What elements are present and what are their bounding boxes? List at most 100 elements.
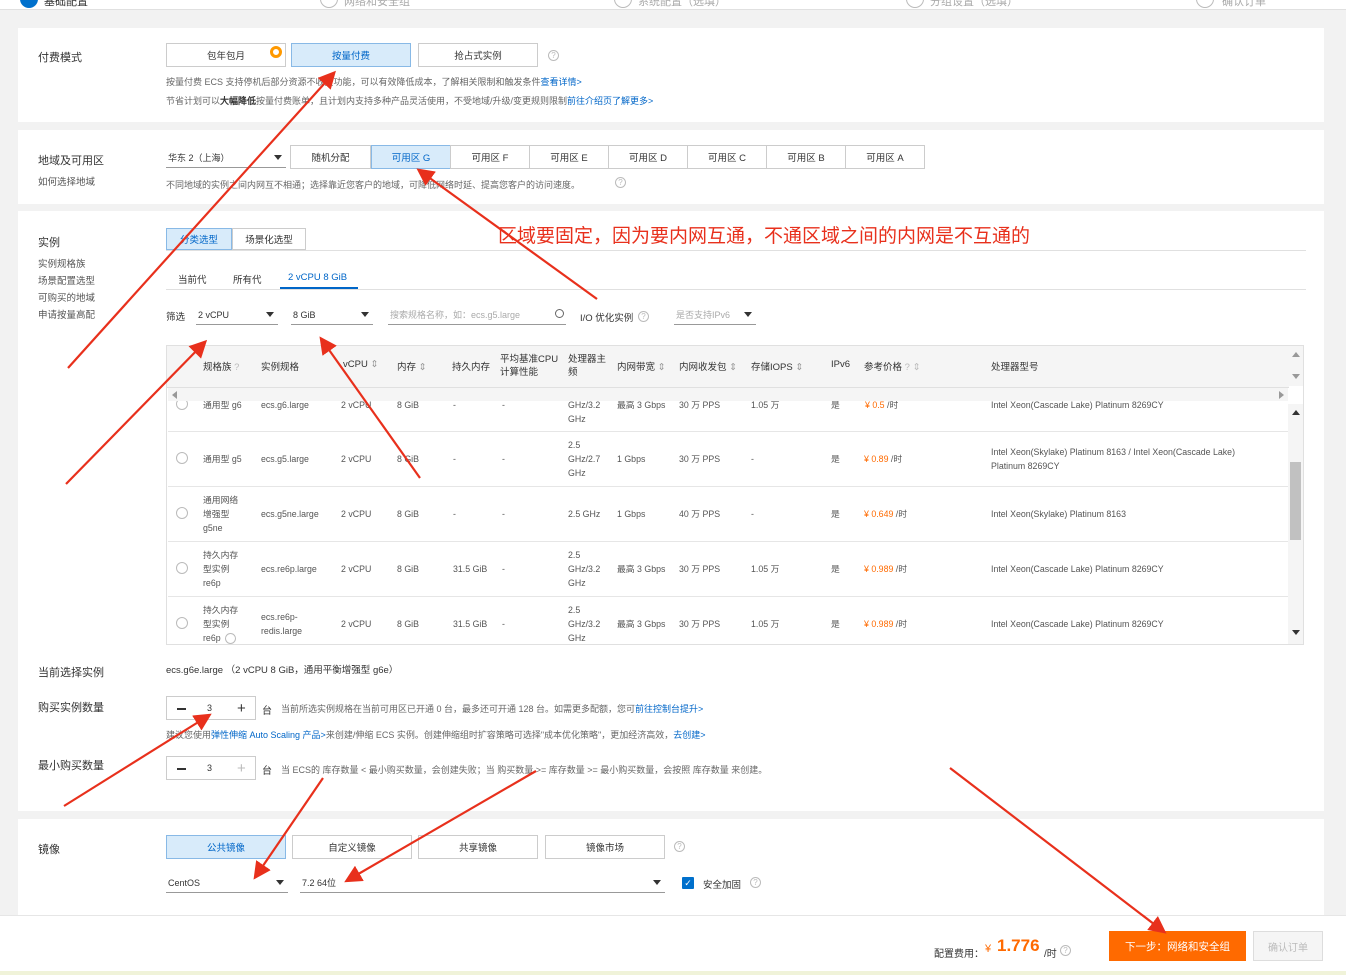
security-hardening-checkbox[interactable]: ✓ xyxy=(682,877,694,889)
billing-details-link[interactable]: 查看详情> xyxy=(541,77,582,87)
zone-e[interactable]: 可用区 E xyxy=(529,145,609,169)
min-quantity-stepper[interactable]: 3 + xyxy=(166,756,256,780)
vertical-scrollbar[interactable] xyxy=(1288,404,1303,644)
tab-image-market[interactable]: 镜像市场 xyxy=(545,835,665,859)
instance-link-scenario[interactable]: 场景配置选型 xyxy=(38,273,95,287)
zone-b[interactable]: 可用区 B xyxy=(766,145,846,169)
tab-shared-image[interactable]: 共享镜像 xyxy=(418,835,538,859)
table-row[interactable] xyxy=(168,431,1288,486)
col-bandwidth[interactable]: 内网带宽 ⇕ xyxy=(617,359,666,373)
instance-link-family[interactable]: 实例规格族 xyxy=(38,256,86,270)
create-scaling-link[interactable]: 去创建> xyxy=(673,730,705,740)
col-memory[interactable]: 内存 ⇕ xyxy=(397,359,427,373)
zone-a[interactable]: 可用区 A xyxy=(845,145,925,169)
quota-console-link[interactable]: 前往控制台提升> xyxy=(635,704,703,714)
cell-pps: 30 万 PPS xyxy=(679,563,721,574)
plus-icon[interactable]: + xyxy=(237,701,246,716)
row-radio[interactable] xyxy=(176,451,188,464)
help-icon[interactable]: ? xyxy=(750,877,761,888)
os-select[interactable]: CentOS xyxy=(166,873,288,893)
memory-filter-select[interactable]: 8 GiB xyxy=(291,305,373,325)
savings-plan-link[interactable]: 前往介绍页了解更多> xyxy=(567,96,653,106)
scroll-thumb[interactable] xyxy=(1290,462,1301,540)
billing-subscription-button[interactable]: 包年包月 xyxy=(166,43,286,67)
autoscaling-link[interactable]: 弹性伸缩 Auto Scaling 产品> xyxy=(211,730,326,740)
billing-spot-button[interactable]: 抢占式实例 xyxy=(418,43,538,67)
zone-c[interactable]: 可用区 C xyxy=(687,145,767,169)
col-pps[interactable]: 内网收发包 ⇕ xyxy=(679,359,737,373)
col-price[interactable]: 参考价格 ? ⇕ xyxy=(864,359,921,373)
step-label-2[interactable]: 网络和安全组 xyxy=(344,0,410,9)
table-row-partial[interactable]: 通用型 g6 ecs.g6.large 2 vCPU 8 GiB - - GHz… xyxy=(168,401,1288,431)
col-vcpu[interactable]: vCPU ⇕ xyxy=(343,359,378,370)
zone-random[interactable]: 随机分配 xyxy=(290,145,371,169)
tab-all-gen[interactable]: 所有代 xyxy=(233,272,262,286)
row-radio[interactable] xyxy=(176,506,188,519)
zone-f[interactable]: 可用区 F xyxy=(450,145,530,169)
help-icon[interactable]: ? xyxy=(548,50,559,61)
row-radio[interactable] xyxy=(176,401,188,410)
instance-link-quota[interactable]: 申请按量高配 xyxy=(38,307,95,321)
help-icon[interactable]: ? xyxy=(1060,945,1071,956)
col-ipv6[interactable]: IPv6 xyxy=(831,359,850,370)
scroll-left-icon[interactable] xyxy=(172,391,177,399)
row-radio[interactable] xyxy=(176,561,188,574)
scroll-down-icon[interactable] xyxy=(1292,374,1300,379)
chevron-down-icon xyxy=(266,312,274,317)
scroll-right-icon[interactable] xyxy=(1279,391,1284,399)
help-icon[interactable]: ? xyxy=(638,311,649,322)
table-scrollbar-top[interactable] xyxy=(1288,346,1303,386)
cost-label: 配置费用： xyxy=(934,949,984,960)
tab-category-select[interactable]: 分类选型 xyxy=(166,228,232,250)
col-family[interactable]: 规格族 ? xyxy=(203,359,239,373)
cell-family: re6p xyxy=(203,577,221,588)
zone-d[interactable]: 可用区 D xyxy=(608,145,688,169)
minus-icon[interactable] xyxy=(177,768,186,770)
help-icon[interactable]: ? xyxy=(615,177,626,188)
plus-icon[interactable]: + xyxy=(237,761,246,776)
image-label: 镜像 xyxy=(38,844,60,856)
quantity-input[interactable]: 3 xyxy=(207,703,212,713)
minus-icon[interactable] xyxy=(177,708,186,710)
step-label-1[interactable]: 基础配置 xyxy=(44,0,88,9)
next-step-button[interactable]: 下一步：网络和安全组 xyxy=(1109,931,1246,961)
col-baseline[interactable]: 平均基准CPU 计算性能 xyxy=(500,353,558,379)
row-radio[interactable] xyxy=(176,616,188,629)
search-icon[interactable] xyxy=(555,309,564,318)
instance-label: 实例 xyxy=(38,237,60,249)
confirm-order-button[interactable]: 确认订单 xyxy=(1253,931,1323,961)
tab-public-image[interactable]: 公共镜像 xyxy=(166,835,286,859)
spec-search-input[interactable]: 搜索规格名称，如：ecs.g5.large xyxy=(388,305,566,325)
step-label-5[interactable]: 确认订单 xyxy=(1222,0,1266,9)
instance-link-regions[interactable]: 可购买的地域 xyxy=(38,290,95,304)
zone-g[interactable]: 可用区 G xyxy=(371,145,451,169)
scroll-up-icon[interactable] xyxy=(1292,410,1300,415)
tab-scenario-select[interactable]: 场景化选型 xyxy=(232,228,306,250)
col-spec[interactable]: 实例规格 xyxy=(261,359,299,373)
tab-custom-image[interactable]: 自定义镜像 xyxy=(292,835,412,859)
col-model[interactable]: 处理器型号 xyxy=(991,359,1039,373)
min-quantity-input[interactable]: 3 xyxy=(207,763,212,773)
quantity-stepper[interactable]: 3 + xyxy=(166,696,256,720)
step-label-4[interactable]: 分组设置（选填） xyxy=(930,0,1018,9)
col-pmem[interactable]: 持久内存 xyxy=(452,359,490,373)
horizontal-scrollbar[interactable] xyxy=(168,388,1288,401)
step-label-3[interactable]: 系统配置（选填） xyxy=(638,0,726,9)
promo-badge-icon xyxy=(270,46,282,58)
ipv6-filter-select[interactable]: 是否支持IPv6 xyxy=(674,305,756,325)
cell-model: Intel Xeon(Skylake) Platinum 8163 xyxy=(991,508,1126,519)
os-version-select[interactable]: 7.2 64位 xyxy=(300,873,665,893)
help-icon[interactable] xyxy=(225,633,236,644)
scroll-down-icon[interactable] xyxy=(1292,630,1300,635)
scroll-up-icon[interactable] xyxy=(1292,352,1300,357)
region-select[interactable]: 华东 2（上海） xyxy=(166,148,286,168)
chevron-down-icon xyxy=(744,312,752,317)
region-help-link[interactable]: 如何选择地域 xyxy=(38,174,95,188)
tab-preset-filter[interactable]: 2 vCPU 8 GiB xyxy=(288,272,347,283)
help-icon[interactable]: ? xyxy=(674,841,685,852)
col-iops[interactable]: 存储IOPS ⇕ xyxy=(751,359,803,373)
billing-payg-button[interactable]: 按量付费 xyxy=(291,43,411,67)
cpu-filter-select[interactable]: 2 vCPU xyxy=(196,305,278,325)
tab-current-gen[interactable]: 当前代 xyxy=(178,272,207,286)
col-frequency[interactable]: 处理器主频 xyxy=(568,353,606,379)
